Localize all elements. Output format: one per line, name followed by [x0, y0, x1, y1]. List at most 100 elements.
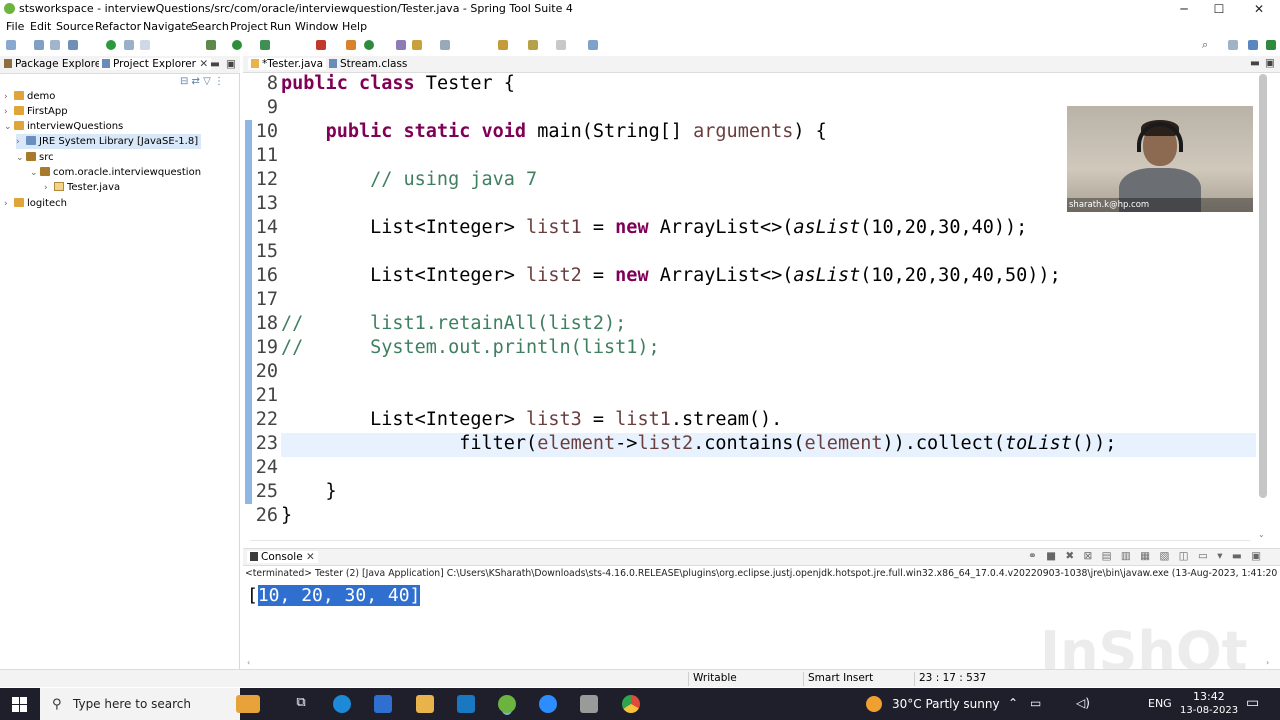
last-edit-icon[interactable] [498, 40, 508, 50]
new-package-icon[interactable] [346, 40, 356, 50]
open-perspective-icon[interactable] [1228, 40, 1238, 50]
task-view-icon[interactable]: ⧉ [292, 695, 310, 713]
code-line[interactable]: 15 [250, 240, 281, 264]
close-icon[interactable]: ✕ [306, 551, 315, 563]
menu-edit[interactable]: Edit [30, 20, 51, 33]
console-toolbar-icons[interactable]: ⚭ ■ ✖ ⊠ ▤ ▥ ▦ ▧ ◫ ▭ ▾ ▬ ▣ [1028, 550, 1264, 562]
tab-console[interactable]: Console ✕ [247, 551, 318, 563]
close-button[interactable]: ✕ [1240, 0, 1278, 18]
language-indicator[interactable]: ENG [1148, 697, 1172, 710]
clock-time[interactable]: 13:42 [1193, 690, 1225, 703]
menu-file[interactable]: File [6, 20, 24, 33]
minimize-button[interactable]: ─ [1165, 0, 1203, 18]
open-task-icon[interactable] [396, 40, 406, 50]
code-line[interactable]: 9 [250, 96, 281, 120]
tab-tester-java[interactable]: *Tester.java [248, 58, 327, 70]
code-line-current[interactable]: 23 filter(element->list2.contains(elemen… [250, 432, 1117, 456]
menu-source[interactable]: Source [56, 20, 94, 33]
show-hidden-icons-icon[interactable]: ⌃ [1008, 696, 1018, 710]
status-insert-mode[interactable]: Smart Insert [808, 672, 873, 684]
tree-item-package[interactable]: ⌄ com.oracle.interviewquestion [30, 165, 201, 180]
code-line[interactable]: 19// System.out.println(list1); [250, 336, 660, 360]
zoom-icon[interactable] [539, 695, 557, 713]
code-line[interactable]: 22 List<Integer> list3 = list1.stream(). [250, 408, 783, 432]
tree-item-logitech[interactable]: › logitech [4, 196, 67, 211]
maximize-editor-icon[interactable]: ▣ [1265, 57, 1275, 69]
menu-refactor[interactable]: Refactor [95, 20, 141, 33]
scroll-right-icon[interactable]: › [1266, 658, 1269, 667]
next-annotation-icon[interactable] [440, 40, 450, 50]
tree-item-jre-library[interactable]: › JRE System Library [JavaSE-1.8] [16, 134, 202, 149]
toggle-mark-icon[interactable] [140, 40, 150, 50]
clock-date[interactable]: 13-08-2023 [1180, 705, 1238, 716]
new-icon[interactable] [6, 40, 16, 50]
menu-window[interactable]: Window [295, 20, 338, 33]
tree-item-firstapp[interactable]: › FirstApp [4, 104, 68, 119]
tree-item-src[interactable]: ⌄ src [16, 150, 54, 165]
code-line[interactable]: 17 [250, 288, 281, 312]
snipping-tool-icon[interactable] [580, 695, 598, 713]
tab-stream-class[interactable]: Stream.class [329, 58, 407, 70]
maximize-view-icon[interactable]: ▣ [226, 58, 236, 70]
scroll-left-icon[interactable]: ‹ [247, 658, 250, 667]
edge-browser-icon[interactable] [333, 695, 351, 713]
new-class-icon[interactable] [364, 40, 374, 50]
windows-start-icon[interactable] [12, 697, 27, 712]
save-icon[interactable] [34, 40, 44, 50]
pin-editor-icon[interactable] [588, 40, 598, 50]
tab-project-explorer[interactable]: Project Explorer ✕ [99, 58, 212, 70]
spring-tool-suite-icon[interactable] [498, 695, 516, 713]
code-line[interactable]: 25 } [250, 480, 337, 504]
search-icon[interactable]: ⌕ [1202, 38, 1214, 51]
terminal-icon[interactable] [68, 40, 78, 50]
output-selected-text[interactable]: 10, 20, 30, 40] [257, 585, 421, 606]
minimize-editor-icon[interactable]: ▬ [1250, 57, 1260, 69]
back-icon[interactable] [528, 40, 538, 50]
weather-text[interactable]: 30°C Partly sunny [892, 697, 1000, 711]
forward-icon[interactable] [556, 40, 566, 50]
code-line[interactable]: 21 [250, 384, 281, 408]
menu-run[interactable]: Run [270, 20, 291, 33]
editor-vertical-scrollbar[interactable] [1259, 74, 1267, 498]
menu-navigate[interactable]: Navigate [143, 20, 192, 33]
notifications-icon[interactable]: ▭ [1246, 695, 1259, 711]
mail-icon[interactable] [457, 695, 475, 713]
collapse-all-icon[interactable]: ⊟ ⇄ ▽ ⋮ [180, 76, 224, 87]
scroll-down-icon[interactable]: ⌄ [1258, 530, 1265, 539]
save-all-icon[interactable] [50, 40, 60, 50]
menu-help[interactable]: Help [342, 20, 367, 33]
network-icon[interactable]: ▭ [1030, 696, 1041, 710]
code-line[interactable]: 24 [250, 456, 281, 480]
run-icon[interactable] [232, 40, 242, 50]
taskbar-search-box[interactable]: ⚲ Type here to search [40, 688, 240, 720]
code-line[interactable]: 10 public static void main(String[] argu… [250, 120, 827, 144]
search-tool-icon[interactable] [412, 40, 422, 50]
menu-search[interactable]: Search [191, 20, 229, 33]
code-line[interactable]: 12 // using java 7 [250, 168, 537, 192]
chrome-icon[interactable] [622, 695, 640, 713]
maximize-button[interactable]: ☐ [1200, 0, 1238, 18]
tree-item-interviewquestions[interactable]: ⌄ interviewQuestions [4, 119, 123, 134]
console-output[interactable]: [10, 20, 30, 40] [247, 585, 421, 607]
file-explorer-icon[interactable] [416, 695, 434, 713]
coverage-icon[interactable] [260, 40, 270, 50]
tree-item-tester-java[interactable]: › Tester.java [44, 180, 120, 195]
minimize-view-icon[interactable]: ▬ [210, 58, 220, 70]
java-perspective-icon[interactable] [1248, 40, 1258, 50]
code-line[interactable]: 26} [250, 504, 292, 528]
code-line[interactable]: 20 [250, 360, 281, 384]
code-line[interactable]: 8 public class Tester { [250, 72, 515, 96]
store-icon[interactable] [374, 695, 392, 713]
tree-item-demo[interactable]: › demo [4, 89, 55, 104]
spring-boot-icon[interactable] [106, 40, 116, 50]
open-type-icon[interactable] [124, 40, 134, 50]
code-line[interactable]: 14 List<Integer> list1 = new ArrayList<>… [250, 216, 1028, 240]
debug-icon[interactable] [206, 40, 216, 50]
code-line[interactable]: 11 [250, 144, 281, 168]
code-line[interactable]: 13 [250, 192, 281, 216]
code-line[interactable]: 18// list1.retainAll(list2); [250, 312, 627, 336]
tab-package-explorer[interactable]: Package Explorer [4, 58, 106, 70]
code-line[interactable]: 16 List<Integer> list2 = new ArrayList<>… [250, 264, 1061, 288]
volume-icon[interactable]: ◁) [1076, 696, 1090, 710]
external-tools-icon[interactable] [316, 40, 326, 50]
